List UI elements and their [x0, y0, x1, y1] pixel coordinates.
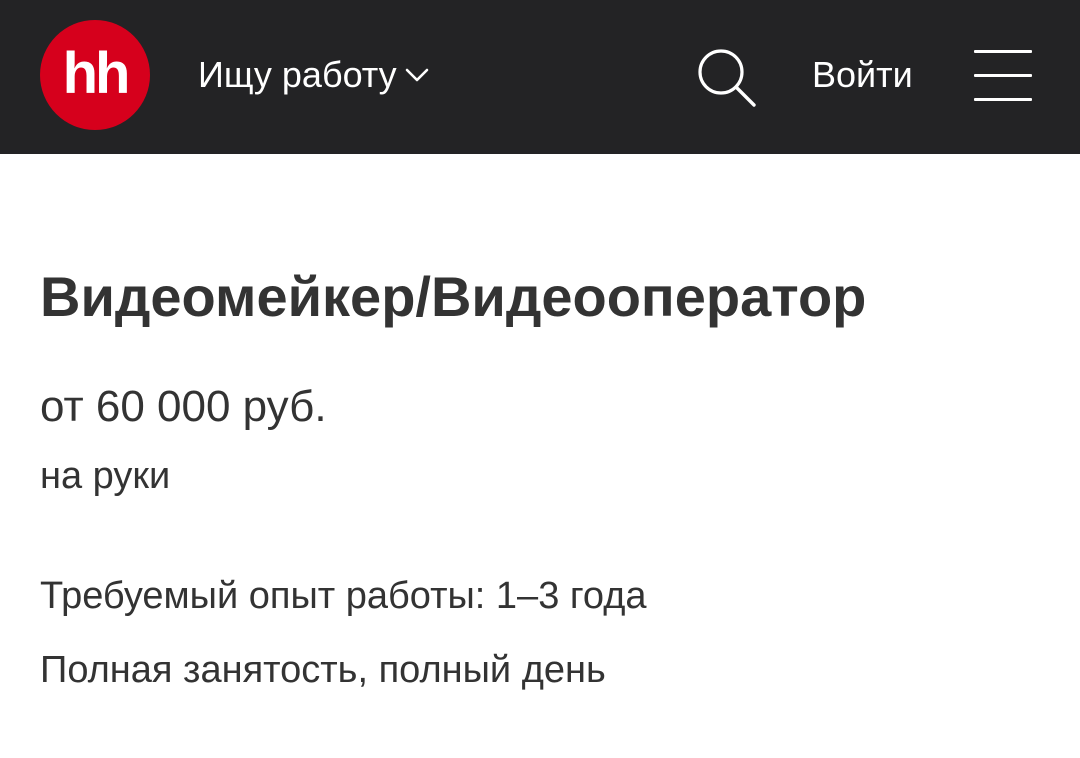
top-navigation-bar: hh Ищу работу Войти: [0, 0, 1080, 154]
menu-bar-bottom: [974, 98, 1032, 101]
login-label: Войти: [812, 54, 913, 95]
menu-bar-top: [974, 50, 1032, 53]
role-switch-label: Ищу работу: [198, 54, 397, 95]
chevron-down-icon: [403, 61, 431, 89]
login-button[interactable]: Войти: [812, 50, 913, 100]
required-experience: Требуемый опыт работы: 1–3 года: [40, 575, 647, 617]
vacancy-title: Видеомейкер/Видеооператор: [40, 265, 867, 328]
salary-amount: от 60 000 руб.: [40, 382, 327, 431]
hh-logo[interactable]: hh: [40, 20, 150, 130]
menu-bar-middle: [974, 74, 1032, 77]
search-icon: [694, 49, 760, 115]
search-button[interactable]: [694, 45, 760, 111]
employment-type: Полная занятость, полный день: [40, 649, 606, 691]
role-switch-dropdown[interactable]: Ищу работу: [198, 50, 431, 100]
logo-text: hh: [62, 40, 131, 106]
hamburger-menu-button[interactable]: [970, 46, 1036, 106]
salary-note: на руки: [40, 455, 171, 497]
